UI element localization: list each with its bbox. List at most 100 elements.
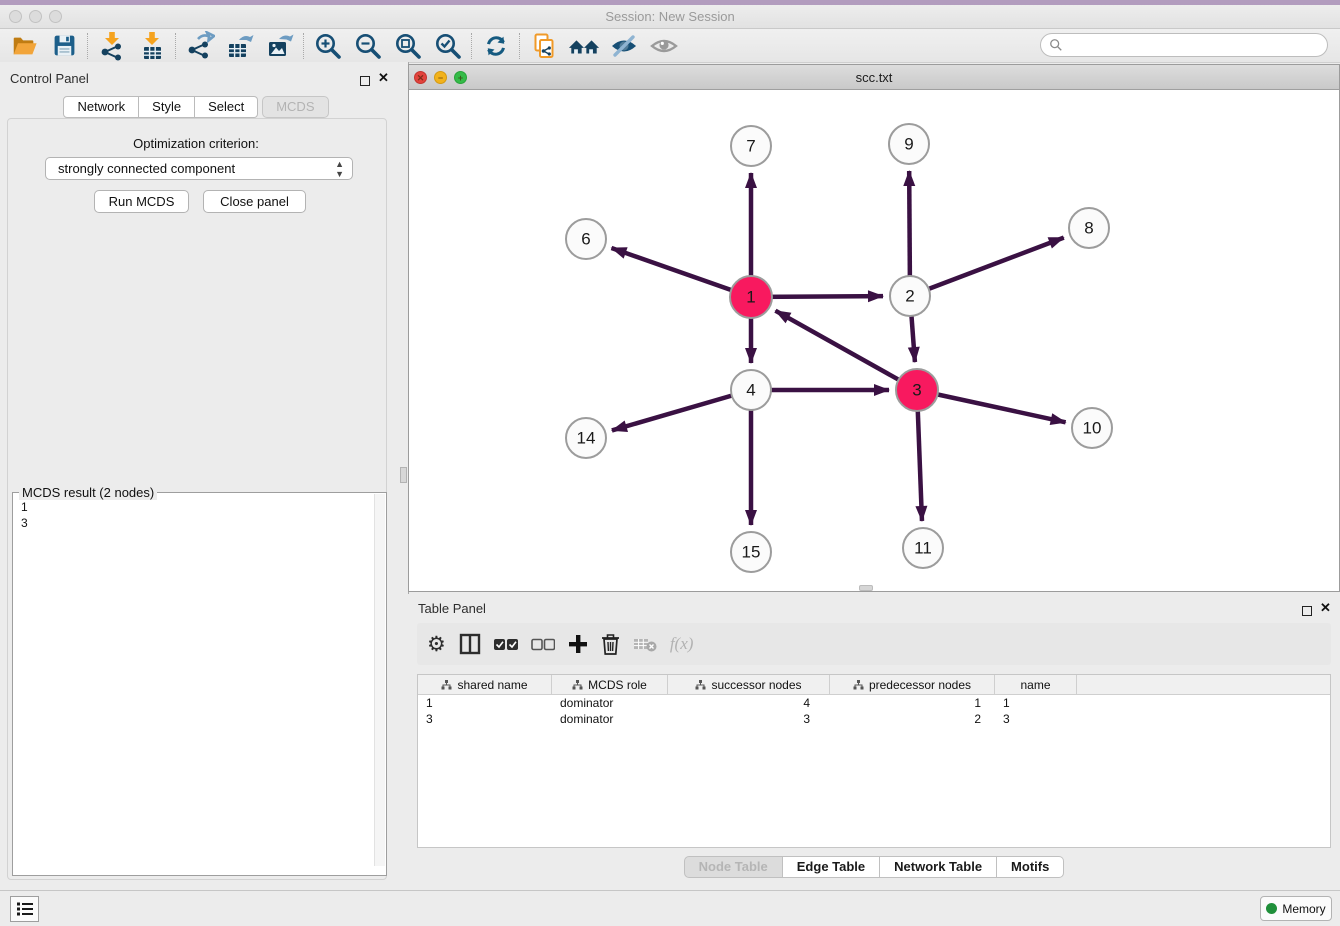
network-close-button[interactable]: ✕ [414,71,427,84]
node-label: 10 [1083,419,1102,438]
function-builder-button[interactable]: f(x) [670,629,694,659]
graph-node-8[interactable]: 8 [1069,208,1109,248]
column-header-successor-nodes[interactable]: successor nodes [668,675,830,694]
memory-label: Memory [1282,902,1325,916]
memory-status-icon [1266,903,1277,914]
edge-3-1[interactable] [775,311,917,390]
home-button[interactable] [564,30,604,61]
node-table[interactable]: shared nameMCDS rolesuccessor nodesprede… [417,674,1331,848]
graph-node-7[interactable]: 7 [731,126,771,166]
tab-style[interactable]: Style [139,96,195,118]
graph-node-14[interactable]: 14 [566,418,606,458]
graph-node-3[interactable]: 3 [896,369,938,411]
show-columns-button[interactable] [459,629,481,659]
export-network-button[interactable] [180,30,220,61]
zoom-in-button[interactable] [308,30,348,61]
memory-button[interactable]: Memory [1260,896,1332,921]
graph-node-10[interactable]: 10 [1072,408,1112,448]
tab-node-table[interactable]: Node Table [684,856,783,878]
tab-select[interactable]: Select [195,96,258,118]
delete-column-button[interactable] [601,629,620,659]
export-table-icon [225,31,255,61]
scrollbar-track[interactable] [374,494,385,866]
edge-3-10[interactable] [917,390,1066,422]
export-image-button[interactable] [260,30,300,61]
table-settings-button[interactable]: ⚙ [427,629,446,659]
graph-node-11[interactable]: 11 [903,528,943,568]
cell-mcds-role: dominator [552,711,668,727]
refresh-layout-button[interactable] [476,30,516,61]
network-graph-canvas[interactable]: 1 2 3 4 6 7 8 9 10 11 14 15 [409,90,1339,591]
network-window-titlebar[interactable]: ✕ − + scc.txt [409,65,1339,90]
unchecked-boxes-icon [531,638,555,651]
create-column-button[interactable] [568,629,588,659]
tab-network[interactable]: Network [63,96,139,118]
open-session-button[interactable] [4,30,44,61]
graph-node-6[interactable]: 6 [566,219,606,259]
zoom-fit-button[interactable] [388,30,428,61]
column-header-mcds-role[interactable]: MCDS role [552,675,668,694]
refresh-icon [482,32,510,60]
tab-network-table[interactable]: Network Table [880,856,997,878]
control-panel-float-button[interactable] [360,73,370,91]
graph-node-1[interactable]: 1 [730,276,772,318]
control-panel-title: Control Panel [10,71,89,86]
zoom-out-button[interactable] [348,30,388,61]
mcds-result-item: 1 [21,499,28,515]
delete-table-button[interactable] [633,629,657,659]
network-window-title: scc.txt [409,65,1339,90]
hierarchy-icon [695,680,706,690]
import-network-icon [97,31,127,61]
window-zoom-button[interactable] [49,10,62,23]
window-minimize-button[interactable] [29,10,42,23]
graph-node-15[interactable]: 15 [731,532,771,572]
import-network-button[interactable] [92,30,132,61]
task-history-button[interactable] [10,896,39,922]
cell-predecessor-nodes: 2 [830,711,995,727]
tab-mcds[interactable]: MCDS [262,96,328,118]
edge-1-6[interactable] [611,248,751,297]
select-all-button[interactable] [494,629,518,659]
table-panel-close-button[interactable]: ✕ [1320,603,1331,613]
criterion-dropdown[interactable]: strongly connected component ▲▼ [45,157,353,180]
clone-network-button[interactable] [524,30,564,61]
toolbar-separator [303,33,305,59]
graph-node-9[interactable]: 9 [889,124,929,164]
edge-4-14[interactable] [612,390,751,430]
close-panel-button[interactable]: Close panel [203,190,306,213]
toolbar-separator [175,33,177,59]
graph-node-4[interactable]: 4 [731,370,771,410]
table-row[interactable]: 1dominator411 [418,695,1330,711]
import-table-button[interactable] [132,30,172,61]
control-panel-close-button[interactable]: ✕ [378,73,389,83]
gear-icon: ⚙ [427,632,446,657]
network-zoom-button[interactable]: + [454,71,467,84]
save-session-button[interactable] [44,30,84,61]
splitter-handle[interactable] [400,467,407,483]
show-all-button[interactable] [644,30,684,61]
table-row[interactable]: 3dominator323 [418,711,1330,727]
graph-node-2[interactable]: 2 [890,276,930,316]
cell-name: 3 [995,711,1077,727]
hierarchy-icon [853,680,864,690]
plus-icon [568,634,588,654]
node-label: 14 [577,429,596,448]
zoom-selected-button[interactable] [428,30,468,61]
search-input[interactable] [1040,33,1328,57]
hierarchy-icon [441,680,452,690]
column-header-predecessor-nodes[interactable]: predecessor nodes [830,675,995,694]
hide-selected-button[interactable] [604,30,644,61]
column-header-name[interactable]: name [995,675,1077,694]
tab-motifs[interactable]: Motifs [997,856,1064,878]
unselect-all-button[interactable] [531,629,555,659]
window-close-button[interactable] [9,10,22,23]
tab-edge-table[interactable]: Edge Table [783,856,880,878]
table-panel-float-button[interactable] [1302,603,1312,621]
canvas-splitter-handle[interactable] [859,585,873,591]
run-mcds-button[interactable]: Run MCDS [94,190,189,213]
column-header-shared-name[interactable]: shared name [418,675,552,694]
export-table-button[interactable] [220,30,260,61]
network-minimize-button[interactable]: − [434,71,447,84]
edge-2-8[interactable] [910,238,1064,296]
cell-shared-name: 1 [418,695,552,711]
